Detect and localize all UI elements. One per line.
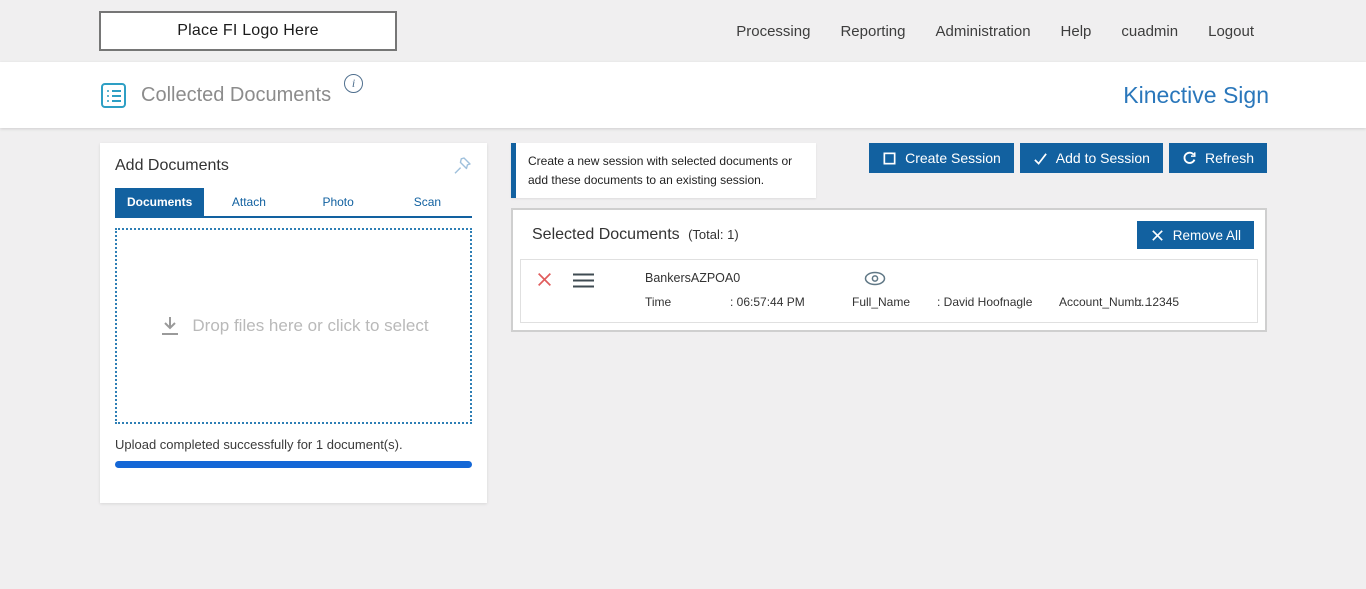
- main-content: Add Documents Documents Attach Photo Sca…: [0, 128, 1366, 589]
- add-to-session-label: Add to Session: [1055, 150, 1150, 166]
- square-icon: [883, 152, 896, 164]
- session-buttons: Create Session Add to Session Refresh: [869, 143, 1267, 173]
- collected-documents-icon: [100, 82, 127, 109]
- upload-progress-bar: [115, 461, 472, 468]
- nav-administration[interactable]: Administration: [936, 23, 1031, 40]
- session-info-text: Create a new session with selected docum…: [528, 154, 793, 187]
- create-session-label: Create Session: [905, 150, 1001, 166]
- checkmark-icon: [1034, 152, 1047, 165]
- selected-documents-title: Selected Documents: [532, 226, 680, 244]
- file-dropzone[interactable]: Drop files here or click to select: [115, 228, 472, 424]
- tab-photo[interactable]: Photo: [293, 188, 383, 216]
- field-label: Full_Name: [852, 295, 911, 310]
- field-label: Account_Numb...: [1059, 295, 1152, 310]
- upload-status-text: Upload completed successfully for 1 docu…: [115, 437, 403, 452]
- x-icon: [1151, 229, 1163, 241]
- nav-processing[interactable]: Processing: [736, 23, 810, 40]
- field-value: : 12345: [1139, 295, 1180, 310]
- page-header: Collected Documents i Kinective Sign: [0, 62, 1366, 128]
- add-documents-title: Add Documents: [115, 157, 229, 174]
- document-field-time: Time : 06:57:44 PM: [645, 295, 852, 309]
- add-documents-panel: Add Documents Documents Attach Photo Sca…: [100, 143, 487, 503]
- top-bar: Place FI Logo Here Processing Reporting …: [0, 0, 1366, 62]
- document-row: BankersAZPOA0 Time : 06:57:44 PM Full_Nam…: [520, 259, 1258, 324]
- remove-all-button[interactable]: Remove All: [1136, 221, 1254, 250]
- create-session-button[interactable]: Create Session: [869, 143, 1014, 173]
- tab-documents[interactable]: Documents: [115, 188, 205, 216]
- nav-reporting[interactable]: Reporting: [840, 23, 905, 40]
- nav-help[interactable]: Help: [1061, 23, 1092, 40]
- page-title: Collected Documents: [141, 83, 332, 106]
- refresh-label: Refresh: [1204, 150, 1254, 166]
- remove-document-icon[interactable]: [536, 271, 553, 288]
- selected-documents-panel: Selected Documents (Total: 1) Remove All: [511, 208, 1267, 333]
- nav-logout[interactable]: Logout: [1208, 23, 1254, 40]
- dropzone-label: Drop files here or click to select: [192, 316, 429, 335]
- top-nav: Processing Reporting Administration Help…: [736, 23, 1254, 40]
- document-name: BankersAZPOA0: [645, 271, 741, 286]
- selected-documents-total: (Total: 1): [688, 227, 739, 243]
- session-column: Create a new session with selected docum…: [511, 143, 1267, 333]
- remove-all-label: Remove All: [1172, 227, 1241, 243]
- document-field-full-name: Full_Name : David Hoofnagle: [852, 295, 1059, 309]
- selected-documents-header: Selected Documents (Total: 1): [532, 226, 739, 244]
- session-info-box: Create a new session with selected docum…: [511, 143, 816, 199]
- refresh-icon: [1183, 151, 1196, 164]
- field-value: : 06:57:44 PM: [730, 295, 805, 310]
- pin-icon[interactable]: [452, 156, 472, 176]
- field-label: Time: [645, 295, 672, 310]
- document-field-account-number: Account_Numb...: 12345: [1059, 295, 1179, 309]
- add-to-session-button[interactable]: Add to Session: [1019, 143, 1163, 173]
- preview-eye-icon[interactable]: [864, 271, 886, 286]
- refresh-button[interactable]: Refresh: [1168, 143, 1267, 173]
- tab-scan[interactable]: Scan: [382, 188, 472, 216]
- download-icon: [162, 317, 179, 335]
- tab-attach[interactable]: Attach: [204, 188, 294, 216]
- add-documents-tabs: Documents Attach Photo Scan: [115, 188, 472, 218]
- field-value: : David Hoofnagle: [937, 295, 1033, 310]
- fi-logo-placeholder: Place FI Logo Here: [99, 11, 397, 51]
- brand-title: Kinective Sign: [1123, 81, 1269, 108]
- drag-handle-icon[interactable]: [572, 272, 595, 289]
- nav-cuadmin[interactable]: cuadmin: [1121, 23, 1178, 40]
- info-icon[interactable]: i: [344, 74, 364, 93]
- document-details: BankersAZPOA0 Time : 06:57:44 PM Full_Nam…: [645, 271, 1179, 309]
